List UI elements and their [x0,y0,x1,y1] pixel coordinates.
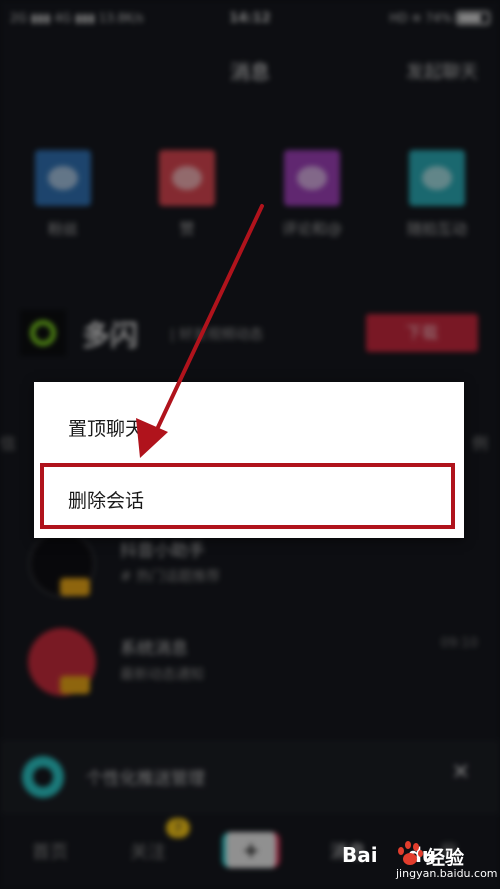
conversation-context-menu: 置顶聊天 删除会话 [34,382,464,538]
watermark-cn: 经验 [426,847,465,869]
baidu-jingyan-watermark: Baidu 经验 jingyan.baidu.com [340,839,498,883]
watermark-url: jingyan.baidu.com [396,867,498,880]
pin-chat-menu-item[interactable]: 置顶聊天 [34,388,464,466]
baidu-paw-icon [396,841,424,867]
delete-conversation-menu-item[interactable]: 删除会话 [34,460,464,538]
